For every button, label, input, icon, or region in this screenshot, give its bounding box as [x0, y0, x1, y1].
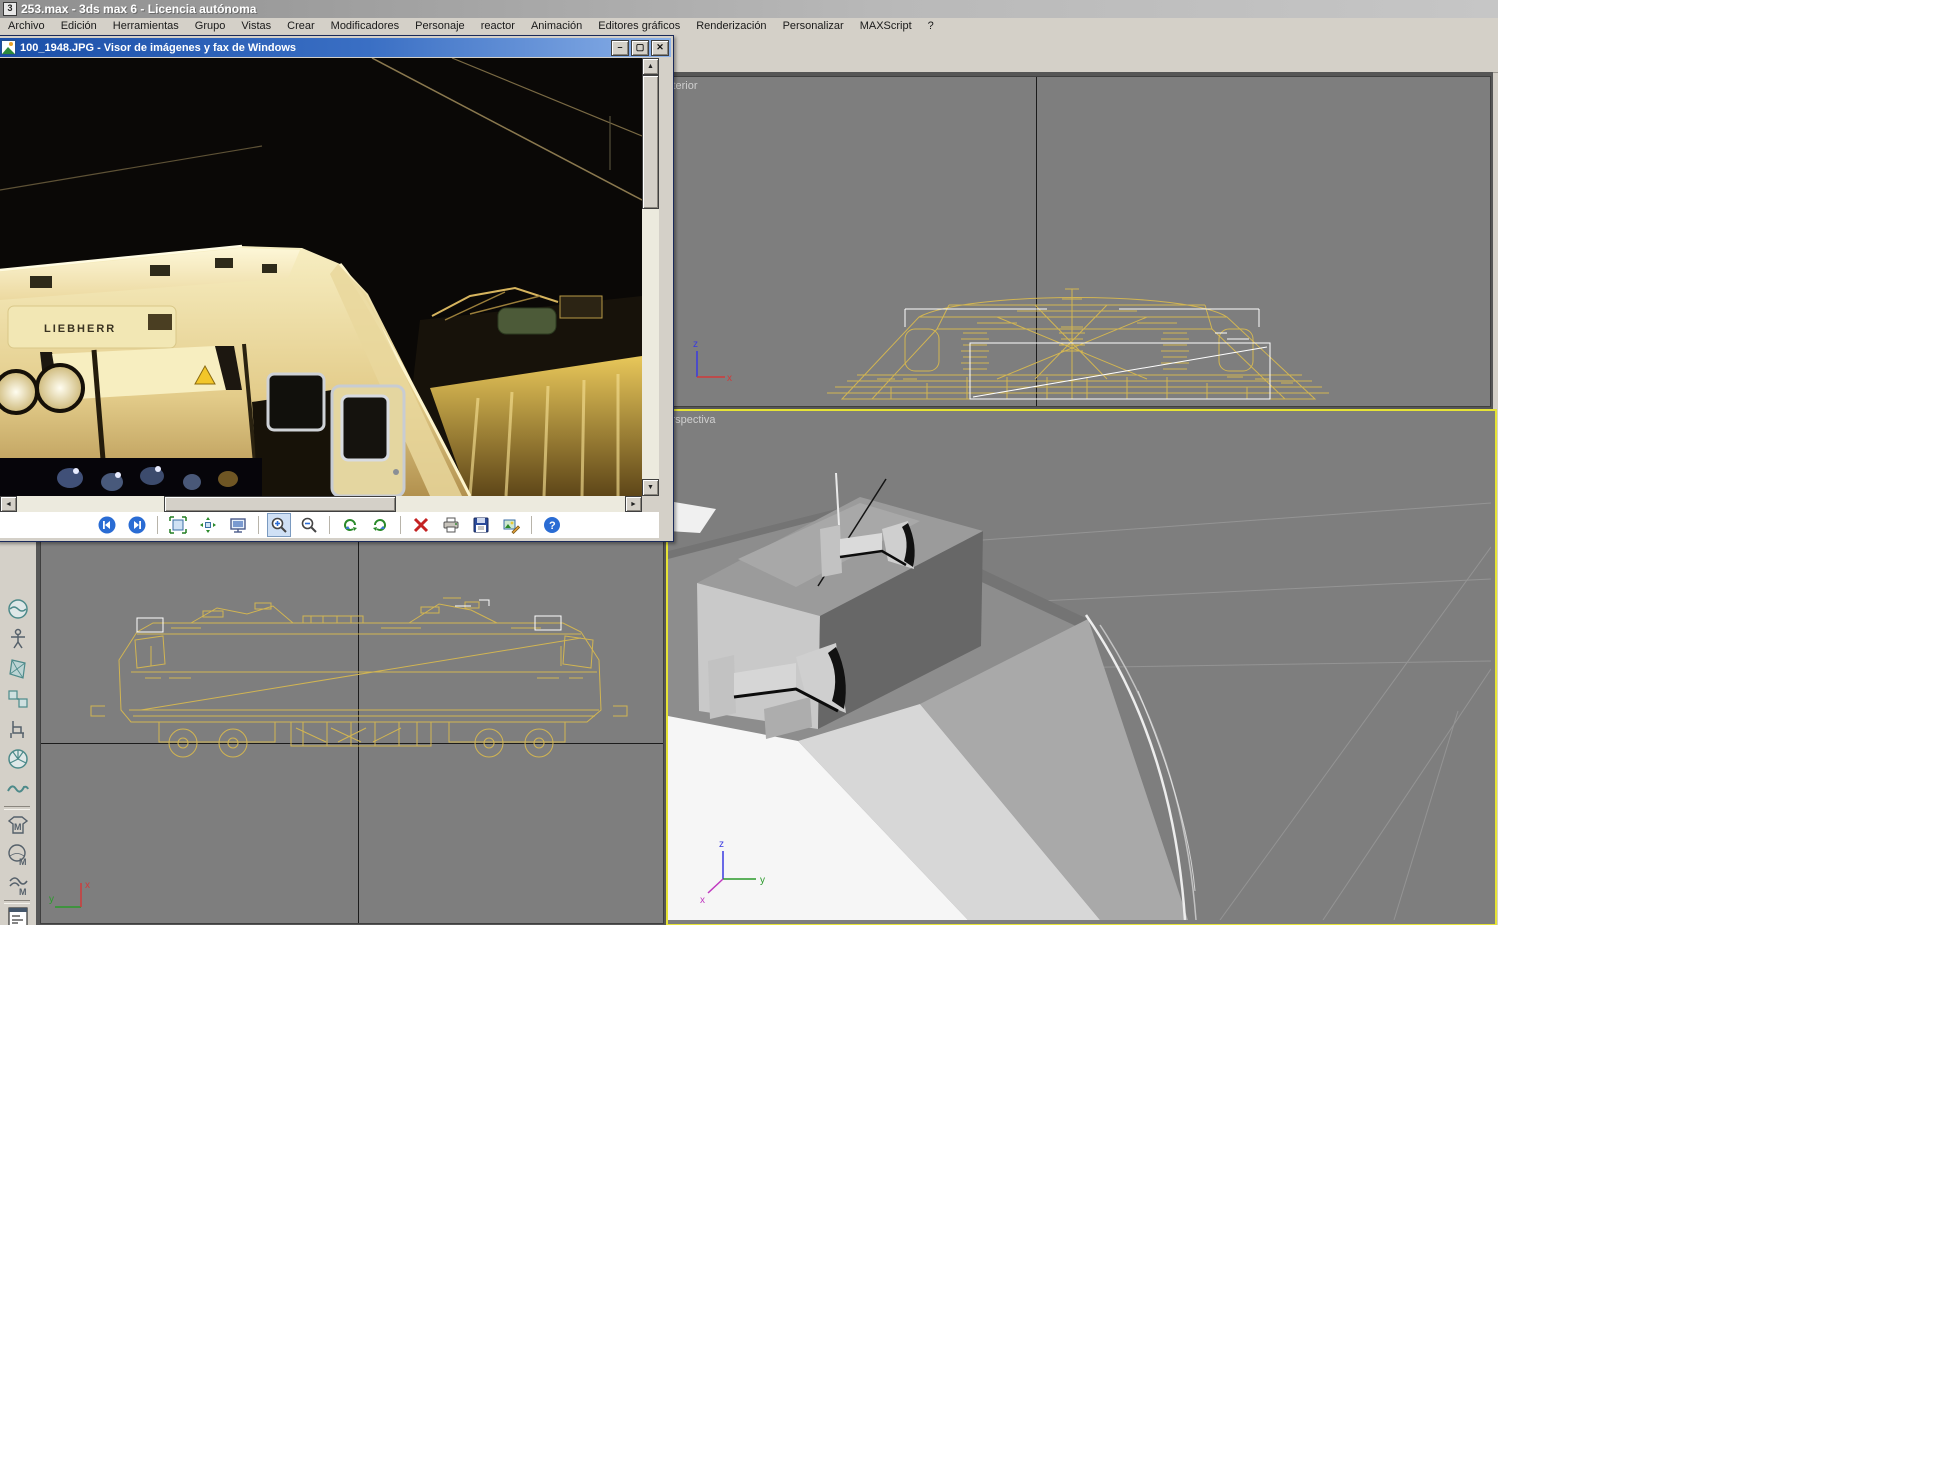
scroll-down-button[interactable]: ▼: [642, 479, 659, 496]
scroll-right-button[interactable]: ►: [625, 496, 642, 512]
side-axis-tripod: y x: [49, 880, 90, 907]
viewer-toolbar-separator: [531, 516, 532, 534]
menu-renderizacion[interactable]: Renderización: [688, 20, 774, 32]
svg-text:M: M: [19, 887, 27, 897]
menu-vistas[interactable]: Vistas: [233, 20, 279, 32]
scroll-left-button[interactable]: ◄: [0, 496, 17, 512]
viewer-titlebar[interactable]: 100_1948.JPG - Visor de imágenes y fax d…: [0, 38, 671, 57]
scrollbar-corner: [642, 496, 659, 512]
zoom-in-button[interactable]: [267, 513, 291, 537]
night-locomotive-photo: LIEBHERR: [0, 58, 642, 496]
delete-button[interactable]: [409, 513, 433, 537]
reactor-separator: [4, 806, 30, 810]
scroll-up-button[interactable]: ▲: [642, 58, 659, 75]
viewer-toolbar: ?: [0, 512, 659, 538]
viewer-toolbar-separator: [258, 516, 259, 534]
headlight: [0, 371, 37, 413]
apply-softbody-modifier-icon[interactable]: M: [4, 842, 32, 868]
help-button[interactable]: ?: [540, 513, 564, 537]
svg-text:y: y: [760, 875, 765, 886]
hscroll-thumb[interactable]: [164, 496, 396, 512]
save-button[interactable]: [469, 513, 493, 537]
close-button[interactable]: ✕: [651, 40, 669, 56]
max-app-window: 3 253.max - 3ds max 6 - Licencia autónom…: [0, 0, 1498, 925]
maximize-button[interactable]: ▢: [631, 40, 649, 56]
constraint-solver-icon[interactable]: [4, 686, 32, 712]
svg-text:x: x: [85, 880, 90, 891]
svg-text:x: x: [700, 895, 705, 906]
app-menubar: Archivo Edición Herramientas Grupo Vista…: [0, 18, 1498, 35]
viewport-perspective[interactable]: Perspectiva: [666, 409, 1497, 925]
rotate-counterclockwise-button[interactable]: [338, 513, 362, 537]
zoom-out-button[interactable]: [297, 513, 321, 537]
app-title: 253.max - 3ds max 6 - Licencia autónoma: [21, 2, 256, 16]
liebherr-logo-text: LIEBHERR: [44, 323, 116, 335]
menu-archivo[interactable]: Archivo: [0, 20, 53, 32]
viewer-toolbar-separator: [157, 516, 158, 534]
cab-side-window: [268, 374, 324, 430]
app-titlebar[interactable]: 3 253.max - 3ds max 6 - Licencia autónom…: [0, 0, 1498, 18]
vscroll-thumb[interactable]: [642, 75, 659, 209]
svg-text:M: M: [19, 857, 27, 867]
apply-cloth-modifier-icon[interactable]: M: [4, 812, 32, 838]
viewer-toolbar-separator: [329, 516, 330, 534]
svg-text:x: x: [727, 373, 732, 384]
svg-text:y: y: [49, 894, 54, 905]
apply-rope-modifier-icon[interactable]: M: [4, 872, 32, 898]
front-axis-tripod: z x: [693, 339, 732, 384]
menu-modificadores[interactable]: Modificadores: [323, 20, 407, 32]
viewer-hscrollbar[interactable]: ◄ ►: [0, 496, 642, 512]
create-water-icon[interactable]: [4, 596, 32, 622]
menu-personaje[interactable]: Personaje: [407, 20, 473, 32]
menu-animacion[interactable]: Animación: [523, 20, 590, 32]
rope-collection-icon[interactable]: [4, 776, 32, 802]
svg-text:z: z: [719, 839, 724, 850]
viewer-title: 100_1948.JPG - Visor de imágenes y fax d…: [20, 42, 611, 54]
menu-herramientas[interactable]: Herramientas: [105, 20, 187, 32]
screen: 3 253.max - 3ds max 6 - Licencia autónom…: [0, 0, 1959, 1469]
svg-text:M: M: [14, 822, 22, 832]
perspective-shaded-view: z y x: [668, 411, 1491, 920]
toy-car-wheel-icon[interactable]: [4, 746, 32, 772]
viewer-toolbar-separator: [400, 516, 401, 534]
previous-image-button[interactable]: [95, 513, 119, 537]
open-property-editor-icon[interactable]: [4, 904, 32, 925]
photo-canvas[interactable]: LIEBHERR: [0, 58, 642, 496]
slideshow-button[interactable]: [226, 513, 250, 537]
image-viewer-window[interactable]: 100_1948.JPG - Visor de imágenes y fax d…: [0, 35, 674, 542]
viewer-app-icon: [1, 40, 16, 55]
svg-text:?: ?: [549, 520, 556, 532]
menu-edicion[interactable]: Edición: [53, 20, 105, 32]
headlight: [37, 365, 83, 411]
menu-personalizar[interactable]: Personalizar: [775, 20, 852, 32]
actual-size-button[interactable]: [196, 513, 220, 537]
menu-grupo[interactable]: Grupo: [187, 20, 234, 32]
menu-reactor[interactable]: reactor: [473, 20, 523, 32]
menu-crear[interactable]: Crear: [279, 20, 323, 32]
rotate-clockwise-button[interactable]: [368, 513, 392, 537]
print-button[interactable]: [439, 513, 463, 537]
minimize-button[interactable]: –: [611, 40, 629, 56]
max-app-icon: 3: [3, 2, 17, 16]
menu-editores-graficos[interactable]: Editores gráficos: [590, 20, 688, 32]
viewport-front[interactable]: Anterior: [666, 76, 1491, 407]
deforming-mesh-icon[interactable]: [4, 656, 32, 682]
best-fit-button[interactable]: [166, 513, 190, 537]
ragdoll-icon[interactable]: [4, 716, 32, 742]
menu-maxscript[interactable]: MAXScript: [852, 20, 920, 32]
create-dummy-icon[interactable]: [4, 626, 32, 652]
front-wireframe: z x: [667, 77, 1490, 406]
svg-text:z: z: [693, 339, 698, 350]
edit-image-button[interactable]: [499, 513, 523, 537]
viewer-vscrollbar[interactable]: ▲ ▼: [642, 58, 659, 496]
next-image-button[interactable]: [125, 513, 149, 537]
menu-help[interactable]: ?: [920, 20, 942, 32]
